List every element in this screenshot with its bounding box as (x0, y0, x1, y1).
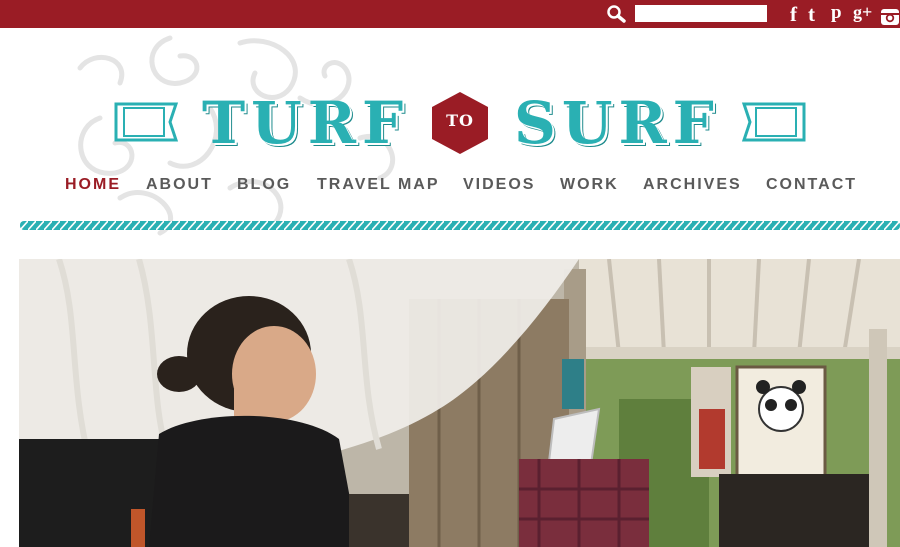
main-nav: HOME ABOUT BLOG TRAVEL MAP VIDEOS WORK A… (0, 176, 900, 198)
rope-divider (20, 221, 900, 230)
search-input[interactable] (635, 5, 767, 22)
nav-item-archives[interactable]: ARCHIVES (643, 176, 742, 194)
top-bar: f t p g+ (0, 0, 900, 28)
site-logo[interactable]: TURF TO SURF (110, 86, 810, 158)
pinterest-icon[interactable]: p (831, 2, 842, 26)
nav-item-work[interactable]: WORK (560, 176, 619, 194)
hero-photo[interactable] (19, 259, 900, 547)
facebook-icon[interactable]: f (790, 2, 797, 26)
logo-word-surf: SURF (514, 89, 720, 157)
nav-item-videos[interactable]: VIDEOS (463, 176, 535, 194)
instagram-icon[interactable] (880, 5, 900, 29)
nav-item-contact[interactable]: CONTACT (766, 176, 857, 194)
logo-connector: TO (446, 111, 474, 130)
logo-word-turf: TURF (202, 89, 410, 157)
ribbon-left-icon (114, 102, 179, 142)
nav-item-about[interactable]: ABOUT (146, 176, 213, 194)
nav-item-blog[interactable]: BLOG (237, 176, 291, 194)
nav-item-travel-map[interactable]: TRAVEL MAP (317, 176, 440, 194)
ribbon-right-icon (741, 102, 806, 142)
nav-item-home[interactable]: HOME (65, 176, 121, 194)
googleplus-icon[interactable]: g+ (853, 2, 872, 26)
search-icon[interactable] (605, 4, 627, 24)
twitter-icon[interactable]: t (808, 2, 815, 26)
